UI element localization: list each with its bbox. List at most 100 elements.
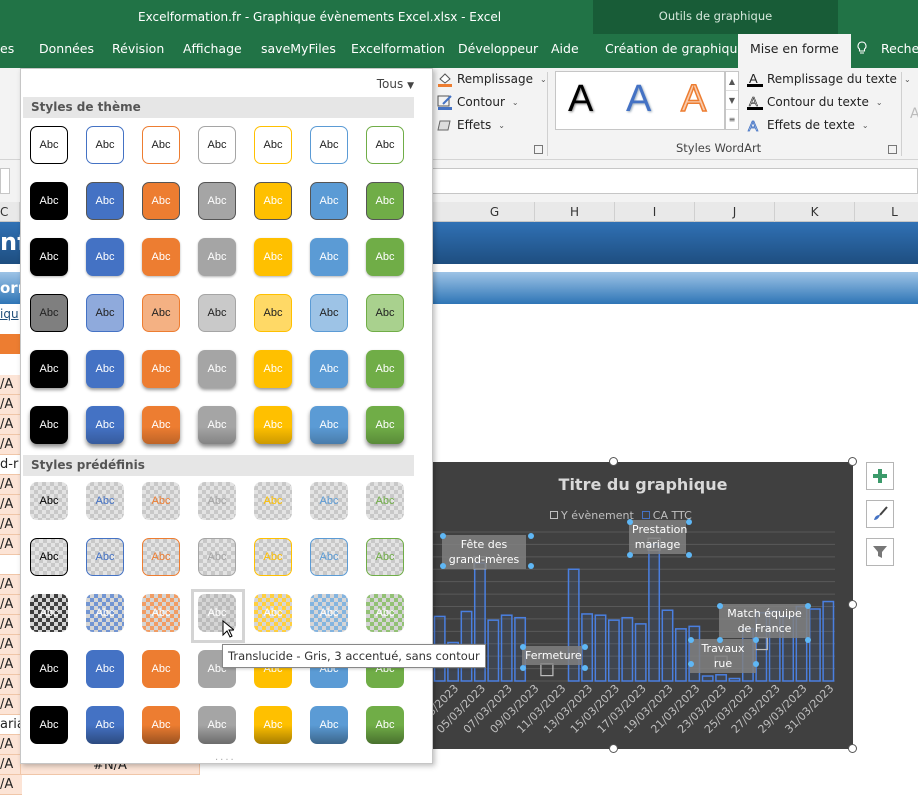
shape-effects-button[interactable]: Effets ⌄ <box>437 117 505 133</box>
shape-style-swatch[interactable]: Abc <box>254 482 292 520</box>
cell[interactable]: /A <box>0 535 22 555</box>
scroll-up-icon[interactable]: ▲ <box>726 72 738 91</box>
cell[interactable] <box>0 555 22 575</box>
shape-style-swatch[interactable]: Abc <box>142 538 180 576</box>
chart-elements-button[interactable] <box>866 462 894 490</box>
shape-style-swatch[interactable]: Abc <box>142 482 180 520</box>
tab-creation-graphique[interactable]: Création de graphique <box>605 41 745 56</box>
shape-style-swatch[interactable]: Abc <box>30 650 68 688</box>
bar-ca-ttc[interactable] <box>594 614 607 682</box>
shape-style-swatch[interactable]: Abc <box>310 126 348 164</box>
shape-style-swatch[interactable]: Abc <box>310 482 348 520</box>
shape-style-swatch[interactable]: Abc <box>142 594 180 632</box>
shape-style-swatch[interactable]: Abc <box>142 182 180 220</box>
shape-style-swatch[interactable]: Abc <box>86 538 124 576</box>
shape-outline-button[interactable]: Contour ⌄ <box>437 94 519 110</box>
shape-style-swatch[interactable]: Abc <box>366 350 404 388</box>
gallery-resize-grip[interactable]: .... <box>215 752 236 763</box>
chart-resize-handle[interactable] <box>848 744 857 753</box>
shape-style-swatch[interactable]: Abc <box>30 350 68 388</box>
shape-style-swatch[interactable]: Abc <box>366 406 404 444</box>
shape-style-swatch[interactable]: Abc <box>254 350 292 388</box>
bar-ca-ttc[interactable] <box>674 628 687 682</box>
shape-style-swatch[interactable]: Abc <box>86 406 124 444</box>
bar-ca-ttc[interactable] <box>500 614 513 682</box>
shape-style-swatch[interactable]: Abc <box>86 350 124 388</box>
shape-style-swatch[interactable]: Abc <box>86 482 124 520</box>
annotation-prestation-mariage[interactable]: Prestation mariage <box>629 520 687 554</box>
gallery-expand-icon[interactable]: ≡ <box>726 110 738 129</box>
shape-style-swatch[interactable]: Abc <box>198 126 236 164</box>
shape-style-swatch[interactable]: Abc <box>366 238 404 276</box>
shape-style-swatch[interactable]: Abc <box>310 406 348 444</box>
cell[interactable]: /A <box>0 415 22 435</box>
annotation-fete-des-grand-meres[interactable]: Fête des grand-mères <box>442 535 526 569</box>
column-header-g[interactable]: G <box>455 202 535 222</box>
shape-style-swatch[interactable]: Abc <box>366 126 404 164</box>
shape-styles-launcher-icon[interactable] <box>534 145 543 154</box>
label-selection-handle[interactable] <box>528 563 534 569</box>
bar-ca-ttc[interactable] <box>621 616 634 682</box>
bar-ca-ttc[interactable] <box>661 609 674 682</box>
chart-area[interactable]: Titre du graphique Y évènement CA TTC 03… <box>433 462 853 749</box>
shape-style-swatch[interactable]: Abc <box>366 182 404 220</box>
shape-style-swatch[interactable]: Abc <box>142 126 180 164</box>
shape-style-swatch[interactable]: Abc <box>198 182 236 220</box>
label-selection-handle[interactable] <box>805 603 811 609</box>
formula-input[interactable] <box>433 168 918 194</box>
shape-style-swatch[interactable]: Abc <box>366 538 404 576</box>
wordart-launcher-icon[interactable] <box>888 145 897 154</box>
shape-style-swatch[interactable]: Abc <box>86 238 124 276</box>
shape-style-swatch[interactable]: Abc <box>30 482 68 520</box>
shape-style-swatch[interactable]: Abc <box>30 294 68 332</box>
label-selection-handle[interactable] <box>520 665 526 671</box>
cell[interactable]: aria <box>0 715 22 735</box>
tab-developpeur[interactable]: Développeur <box>458 41 538 56</box>
cell[interactable]: /A <box>0 635 22 655</box>
cell[interactable]: /A <box>0 375 22 395</box>
bar-ca-ttc[interactable] <box>728 677 741 682</box>
sheet-link[interactable]: iqu <box>0 307 19 321</box>
bar-ca-ttc[interactable] <box>715 674 728 682</box>
shape-style-swatch[interactable]: Abc <box>366 482 404 520</box>
label-selection-handle[interactable] <box>688 637 694 643</box>
label-selection-handle[interactable] <box>528 533 534 539</box>
label-selection-handle[interactable] <box>717 603 723 609</box>
shape-style-swatch[interactable]: Abc <box>366 594 404 632</box>
chart-resize-handle[interactable] <box>609 457 618 466</box>
text-fill-button[interactable]: A Remplissage du texte ⌄ <box>747 71 911 87</box>
text-effects-button[interactable]: A Effets de texte ⌄ <box>747 117 869 136</box>
shape-style-swatch[interactable]: Abc <box>30 406 68 444</box>
shape-style-swatch[interactable]: Abc <box>142 350 180 388</box>
chart-filters-button[interactable] <box>866 538 894 566</box>
cell[interactable]: /A <box>0 755 22 775</box>
bar-ca-ttc[interactable] <box>634 623 647 682</box>
label-selection-handle[interactable] <box>753 637 759 643</box>
tab-aide[interactable]: Aide <box>551 41 579 56</box>
shape-style-swatch[interactable]: Abc <box>310 294 348 332</box>
shape-style-swatch[interactable]: Abc <box>310 182 348 220</box>
shape-style-swatch[interactable]: Abc <box>142 406 180 444</box>
cell[interactable]: /A <box>0 695 22 715</box>
bar-ca-ttc[interactable] <box>607 619 620 682</box>
shape-style-swatch[interactable]: Abc <box>254 182 292 220</box>
lightbulb-icon[interactable] <box>856 41 868 58</box>
tab-formules[interactable]: es <box>0 41 14 56</box>
shape-style-swatch[interactable]: Abc <box>310 594 348 632</box>
chart-resize-handle[interactable] <box>848 600 857 609</box>
shape-style-swatch[interactable]: Abc <box>86 294 124 332</box>
label-selection-handle[interactable] <box>686 519 692 525</box>
shape-style-swatch[interactable]: Abc <box>254 238 292 276</box>
shape-style-swatch[interactable]: Abc <box>30 594 68 632</box>
shape-fill-button[interactable]: Remplissage ⌄ <box>437 71 547 87</box>
cell[interactable]: /A <box>0 735 22 755</box>
shape-style-swatch[interactable]: Abc <box>254 126 292 164</box>
column-header-k[interactable]: K <box>775 202 855 222</box>
shape-style-swatch[interactable]: Abc <box>142 706 180 744</box>
bar-ca-ttc[interactable] <box>487 619 500 682</box>
label-selection-handle[interactable] <box>582 665 588 671</box>
cell[interactable]: /A <box>0 655 22 675</box>
chart-resize-handle[interactable] <box>848 457 857 466</box>
shape-style-swatch[interactable]: Abc <box>86 650 124 688</box>
marker-y-evenement[interactable] <box>540 663 554 677</box>
